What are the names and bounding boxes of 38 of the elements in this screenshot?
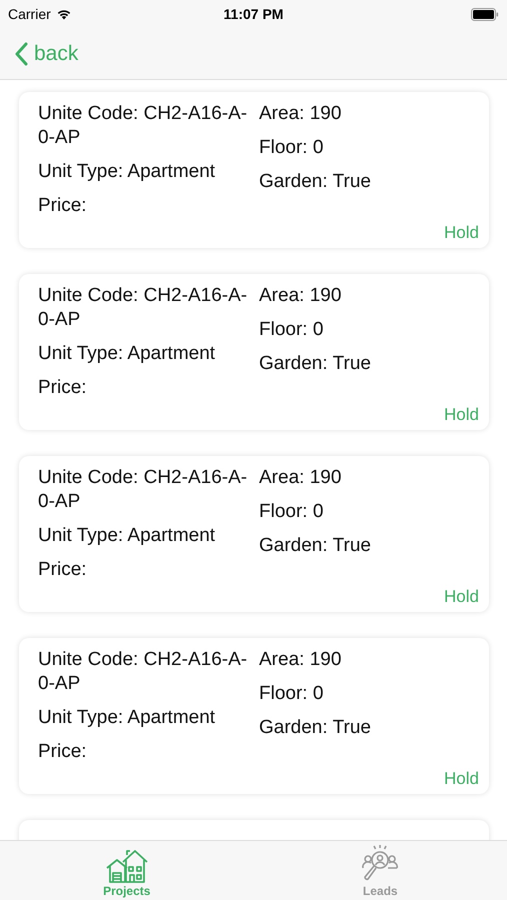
unit-status: Hold xyxy=(444,769,479,789)
status-time: 11:07 PM xyxy=(224,6,284,22)
unit-area: Area: 190 xyxy=(259,284,371,308)
unit-card[interactable]: Unite Code: CH2-A16-A-0-AP Unit Type: Apartment Price: Area: 190 Floor: 0 Garden: True Hold xyxy=(19,638,489,794)
unit-type: Unit Type: Apartment xyxy=(38,524,216,548)
battery-icon xyxy=(471,8,499,20)
unit-price: Price: xyxy=(38,376,88,400)
unit-code: Unite Code: CH2-A16-A-0-AP xyxy=(38,648,248,696)
houses-icon xyxy=(104,848,149,884)
unit-card[interactable]: Unite Code: CH2-A16-A-0-AP Unit Type: Apartment Price: Area: 190 Floor: 0 Garden: True Hold xyxy=(19,274,489,430)
unit-card[interactable]: Unite Code: CH2-A16-A-0-AP Unit Type: Apartment Price: Area: 190 Floor: 0 Garden: True Hold xyxy=(19,92,489,248)
unit-type: Unit Type: Apartment xyxy=(38,160,216,184)
wifi-icon xyxy=(56,8,72,20)
unit-area: Area: 190 xyxy=(259,648,371,672)
unit-status: Hold xyxy=(444,405,479,425)
unit-code: Unite Code: CH2-A16-A-0-AP xyxy=(38,466,248,514)
unit-floor: Floor: 0 xyxy=(259,136,324,160)
chevron-left-icon xyxy=(14,42,28,66)
unit-area: Area: 190 xyxy=(259,102,371,126)
unit-floor: Floor: 0 xyxy=(259,318,324,342)
unit-garden: Garden: True xyxy=(259,716,371,740)
unit-price: Price: xyxy=(38,194,88,218)
unit-price: Price: xyxy=(38,558,88,582)
unit-status: Hold xyxy=(444,223,479,243)
unit-type: Unit Type: Apartment xyxy=(38,706,216,730)
unit-type: Unit Type: Apartment xyxy=(38,342,216,366)
carrier-label: Carrier xyxy=(8,6,51,22)
unit-status: Hold xyxy=(444,587,479,607)
unit-floor: Floor: 0 xyxy=(259,500,324,524)
unit-floor: Floor: 0 xyxy=(259,682,324,706)
unit-card[interactable]: Unite Code: CH2-A16-A-0-AP Unit Type: Apartment Price: Area: 190 Floor: 0 Garden: True Hold xyxy=(19,456,489,612)
unit-price: Price: xyxy=(38,740,88,764)
unit-code: Unite Code: CH2-A16-A-0-AP xyxy=(38,284,248,332)
unit-area: Area: 190 xyxy=(259,466,371,490)
unit-garden: Garden: True xyxy=(259,534,371,558)
unit-code: Unite Code: CH2-A16-A-0-AP xyxy=(38,102,248,150)
unit-garden: Garden: True xyxy=(259,170,371,194)
unit-garden: Garden: True xyxy=(259,352,371,376)
